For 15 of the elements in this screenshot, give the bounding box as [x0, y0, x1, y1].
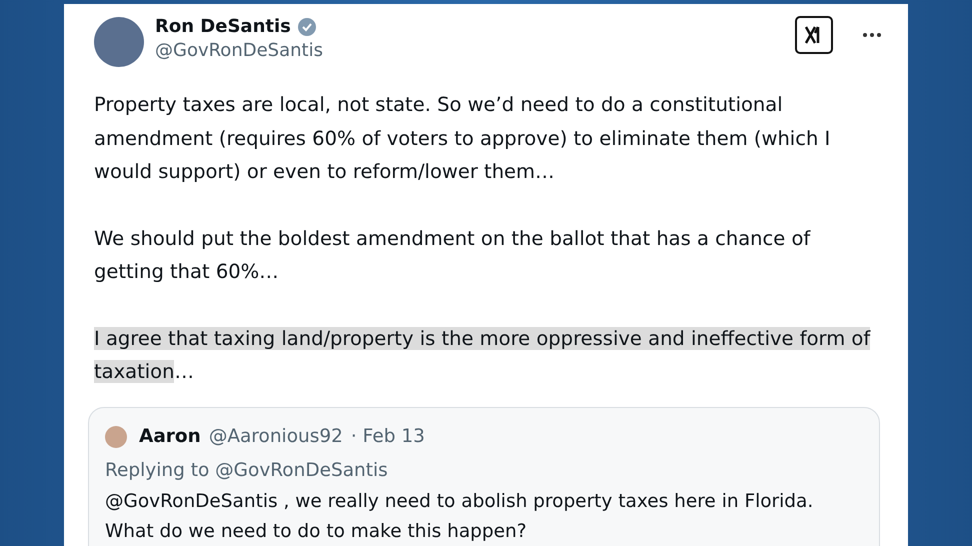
quoted-post-text: @GovRonDeSantis , we really need to abolish property taxes here in Florida. What do we need to do to make this happen? [105, 490, 814, 544]
replying-to-text: Replying to @GovRonDeSantis [105, 460, 389, 480]
more-icon[interactable] [862, 32, 882, 38]
logo-icon [795, 16, 833, 54]
avatar [94, 17, 144, 67]
post-paragraph: I agree that taxing land/property is the more oppressive and ineffective form of taxation… [94, 326, 872, 385]
author-name: Ron DeSantis [155, 16, 291, 37]
avatar [105, 426, 127, 448]
quoted-post-date: · Feb 13 [350, 426, 425, 447]
quoted-post[interactable]: Aaron @Aaronious92 · Feb 13 Replying to @GovRonDeSantis @GovRonDeSantis , we really need to abolish property taxes here in Florida. What do we need to do to make this happen? [88, 406, 880, 546]
quoted-author-handle: @Aaronious92 [208, 426, 343, 447]
post-paragraph: We should put the boldest amendment on the ballot that has a chance of getting that 60%… [94, 226, 812, 285]
quoted-author-name: Aaron [139, 426, 201, 447]
post-paragraph: Property taxes are local, not state. So we’d need to do a constitutional amendment (requires 60% of voters to approve) to eliminate them (which I would support) or even to reform/lower them… [94, 92, 832, 185]
author-handle: @GovRonDeSantis [155, 40, 324, 61]
